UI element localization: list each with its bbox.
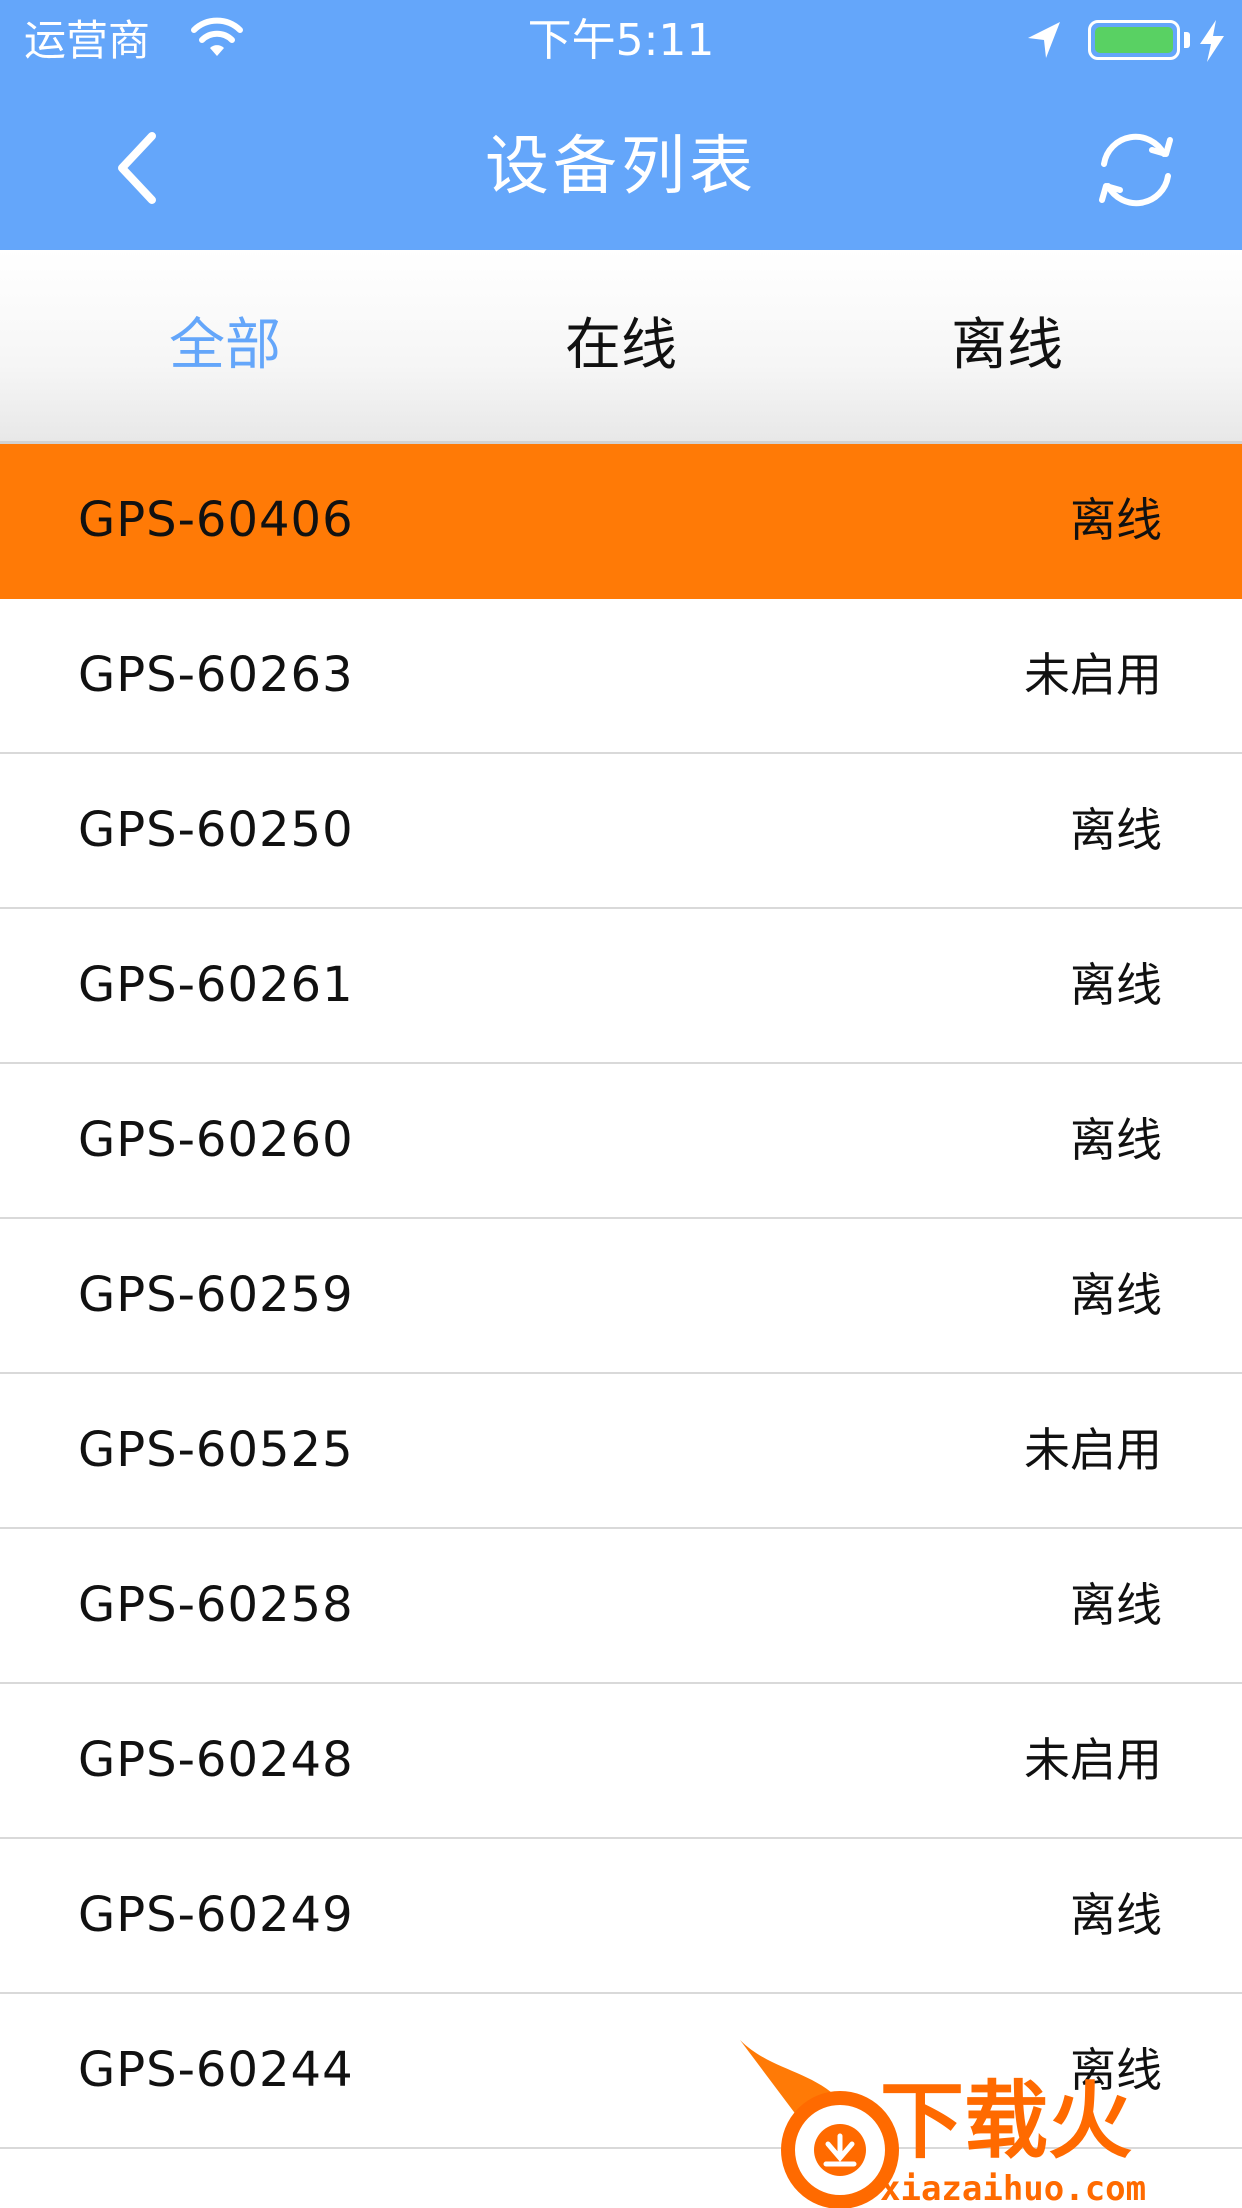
tab-online[interactable]: 在线 <box>414 250 828 441</box>
device-name: GPS-60525 <box>78 1422 354 1478</box>
status-bar: 运营商 下午5:11 <box>0 0 1242 84</box>
device-name: GPS-60249 <box>78 1887 354 1943</box>
device-status: 离线 <box>1070 803 1162 857</box>
device-row[interactable]: GPS-60263 未启用 <box>0 599 1242 754</box>
device-name: GPS-60259 <box>78 1267 354 1323</box>
device-status: 离线 <box>1070 493 1162 547</box>
device-row[interactable]: GPS-60406 离线 <box>0 444 1242 599</box>
device-row[interactable]: GPS-60261 离线 <box>0 909 1242 1064</box>
navigation-bar: 设备列表 <box>0 84 1242 250</box>
battery-icon <box>1088 20 1180 60</box>
device-row[interactable]: GPS-60259 离线 <box>0 1219 1242 1374</box>
device-name: GPS-60260 <box>78 1112 354 1168</box>
tab-offline[interactable]: 离线 <box>800 250 1214 441</box>
device-row[interactable]: GPS-60250 离线 <box>0 754 1242 909</box>
battery-cap <box>1184 32 1190 48</box>
device-status: 离线 <box>1070 2043 1162 2097</box>
device-row[interactable]: GPS-60244 离线 <box>0 1994 1242 2149</box>
charging-bolt-icon <box>1200 20 1224 62</box>
refresh-icon[interactable] <box>1090 124 1182 216</box>
location-arrow-icon <box>1028 22 1060 58</box>
device-status: 离线 <box>1070 1113 1162 1167</box>
device-name: GPS-60244 <box>78 2042 354 2098</box>
device-name: GPS-60258 <box>78 1577 354 1633</box>
device-row[interactable]: GPS-60249 离线 <box>0 1839 1242 1994</box>
device-status: 未启用 <box>1024 1423 1162 1477</box>
device-status: 离线 <box>1070 1268 1162 1322</box>
device-row[interactable]: GPS-60248 未启用 <box>0 1684 1242 1839</box>
device-list: GPS-60406 离线 GPS-60263 未启用 GPS-60250 离线 GPS-60… <box>0 444 1242 2149</box>
device-status: 离线 <box>1070 1578 1162 1632</box>
device-status: 离线 <box>1070 1888 1162 1942</box>
filter-tabs: 全部 在线 离线 <box>0 250 1242 444</box>
device-status: 未启用 <box>1024 648 1162 702</box>
device-row[interactable]: GPS-60260 离线 <box>0 1064 1242 1219</box>
device-name: GPS-60250 <box>78 802 354 858</box>
svg-text:xiazaihuo.com: xiazaihuo.com <box>880 2169 1146 2208</box>
page-title: 设备列表 <box>485 130 757 204</box>
device-status: 离线 <box>1070 958 1162 1012</box>
device-status: 未启用 <box>1024 1733 1162 1787</box>
tab-all[interactable]: 全部 <box>18 250 432 441</box>
battery-level-fill <box>1095 27 1173 53</box>
device-row[interactable]: GPS-60525 未启用 <box>0 1374 1242 1529</box>
device-row[interactable]: GPS-60258 离线 <box>0 1529 1242 1684</box>
device-name: GPS-60406 <box>78 492 354 548</box>
device-name: GPS-60248 <box>78 1732 354 1788</box>
device-name: GPS-60261 <box>78 957 354 1013</box>
device-name: GPS-60263 <box>78 647 354 703</box>
